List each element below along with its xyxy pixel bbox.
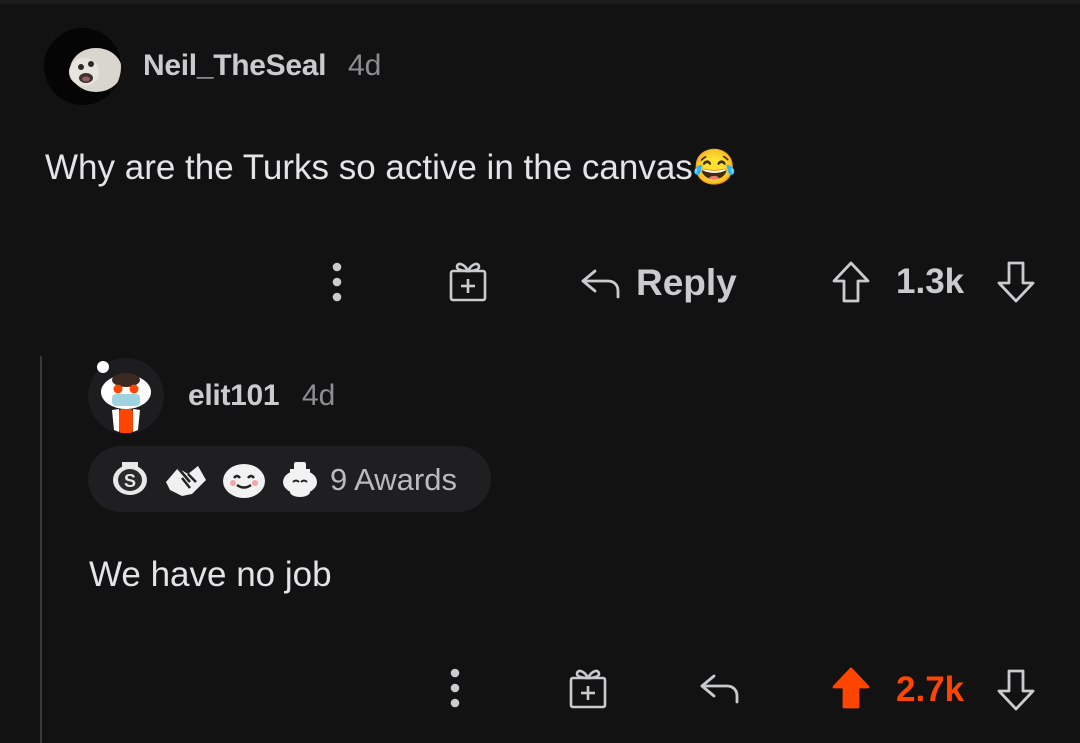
reply-score: 2.7k: [896, 670, 965, 709]
wholesome-award-icon: [223, 464, 265, 498]
upvote-icon: [832, 667, 870, 709]
more-options-button[interactable]: [322, 258, 352, 306]
downvote-icon: [997, 669, 1035, 711]
comment-age: 4d: [348, 49, 382, 82]
reply-username[interactable]: elit101: [188, 379, 280, 413]
reply-downvote-button[interactable]: [994, 666, 1038, 714]
top-divider: [0, 0, 1080, 4]
comment-username[interactable]: Neil_TheSeal: [143, 49, 326, 83]
more-icon: [332, 262, 342, 302]
comment-action-bar: Reply 1.3k: [0, 252, 1080, 312]
downvote-button[interactable]: [994, 258, 1038, 306]
seal-avatar-icon[interactable]: [44, 28, 121, 105]
silver-award-icon: S: [113, 462, 147, 495]
svg-text:S: S: [124, 471, 136, 491]
awards-count: 9 Awards: [330, 462, 457, 497]
reply-age: 4d: [302, 379, 336, 412]
reply-more-options-button[interactable]: [440, 664, 470, 712]
handshake-award-icon: [166, 466, 206, 496]
snoo-award-icon: [283, 462, 317, 497]
give-award-button[interactable]: [446, 259, 490, 303]
comment-score: 1.3k: [896, 262, 965, 301]
gift-icon: [569, 669, 607, 709]
reply-text: We have no job: [89, 555, 332, 594]
reply-button[interactable]: Reply: [578, 256, 737, 310]
comment-text: Why are the Turks so active in the canva…: [45, 148, 737, 187]
upvote-icon: [832, 261, 870, 303]
upvote-button[interactable]: [829, 258, 873, 306]
reply-icon: [581, 269, 620, 299]
reply-action-bar: 2.7k: [0, 658, 1080, 718]
downvote-icon: [997, 261, 1035, 303]
snoo-avatar-icon[interactable]: [88, 358, 165, 435]
reply-give-award-button[interactable]: [566, 666, 610, 710]
reply-upvote-button[interactable]: [829, 664, 873, 712]
reply-label: Reply: [636, 262, 737, 303]
reply-reply-button[interactable]: [696, 668, 742, 708]
gift-icon: [449, 262, 487, 302]
awards-pill[interactable]: S 9 Awards: [88, 446, 491, 512]
reply-icon: [700, 674, 739, 704]
more-icon: [450, 668, 460, 708]
